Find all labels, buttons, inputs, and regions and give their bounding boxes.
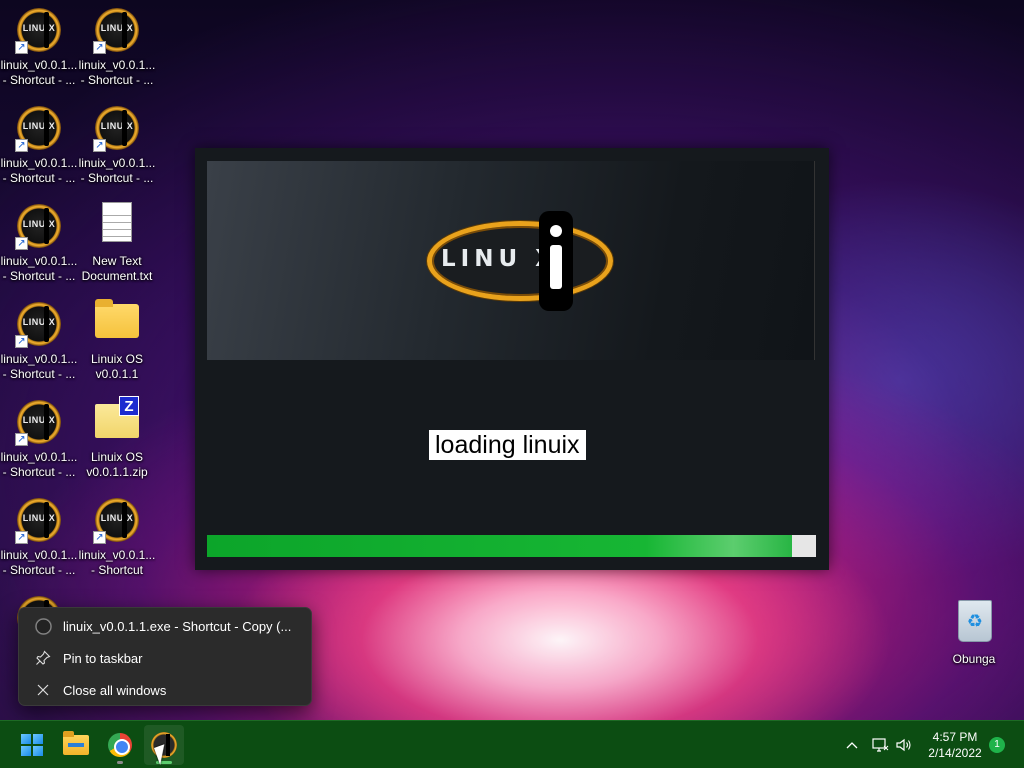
desktop-icon-linuix-shortcut-2[interactable]: LINUIX ↗ linuix_v0.0.1... - Shortcut - ..… (0, 100, 78, 196)
linuix-app-icon: LINUIX ↗ (93, 6, 141, 54)
clock-time: 4:57 PM (932, 730, 978, 744)
desktop-icon-label: Linuix OS v0.0.1.1 (90, 352, 144, 381)
start-button[interactable] (12, 725, 52, 765)
volume-button[interactable] (892, 721, 916, 768)
desktop-icon-linuix-shortcut-9[interactable]: LINUIX ↗ linuix_v0.0.1... - Shortcut - ..… (78, 100, 156, 196)
desktop-icon-linuix-shortcut-6[interactable]: LINUIX ↗ linuix_v0.0.1... - Shortcut - ..… (0, 492, 78, 588)
pin-icon (33, 648, 53, 668)
desktop-icon-label: linuix_v0.0.1... - Shortcut - ... (0, 254, 78, 283)
jump-list-item-label: Pin to taskbar (63, 650, 143, 666)
volume-icon (896, 738, 911, 752)
linuix-app-icon: LINUIX ↗ (15, 398, 63, 446)
desktop-icon-label: Obunga (952, 652, 996, 666)
taskbar-clock[interactable]: 4:57 PM 2/14/2022 (920, 729, 990, 761)
notification-badge[interactable]: 1 (989, 737, 1005, 753)
jump-list-item-label: Close all windows (63, 682, 167, 698)
windows-logo-icon (21, 734, 43, 756)
desktop-icon-linuix-shortcut-1[interactable]: LINUIX ↗ linuix_v0.0.1... - Shortcut - ..… (0, 2, 78, 98)
shortcut-arrow-icon: ↗ (93, 41, 106, 54)
desktop-icon-linuix-shortcut-5[interactable]: LINUIX ↗ linuix_v0.0.1... - Shortcut - ..… (0, 394, 78, 490)
desktop-icon-label: linuix_v0.0.1... - Shortcut - ... (0, 450, 78, 479)
desktop-icon-label: linuix_v0.0.1... - Shortcut - ... (0, 58, 78, 87)
desktop-icon-linuix-os-folder[interactable]: Linuix OS v0.0.1.1 (78, 296, 156, 392)
linuix-app-icon: LINUIX ↗ (15, 202, 63, 250)
shortcut-arrow-icon: ↗ (15, 335, 28, 348)
text-file-icon (93, 202, 141, 250)
desktop-icon-label: Linuix OS v0.0.1.1.zip (86, 450, 148, 479)
desktop-icon-recycle-bin[interactable]: ♻ Obunga (935, 596, 1013, 692)
desktop-icon-linuix-shortcut-10[interactable]: LINUIX ↗ linuix_v0.0.1... - Shortcut (78, 492, 156, 588)
jump-list-item-open-app[interactable]: linuix_v0.0.1.1.exe - Shortcut - Copy (.… (19, 610, 311, 642)
shortcut-arrow-icon: ↗ (15, 531, 28, 544)
chevron-up-icon (846, 742, 858, 749)
linuix-app-icon (33, 616, 53, 636)
shortcut-arrow-icon: ↗ (15, 41, 28, 54)
desktop-icon-label: linuix_v0.0.1... - Shortcut - ... (78, 156, 156, 185)
clock-date: 2/14/2022 (928, 746, 982, 760)
linuix-app-icon: LINUIX ↗ (93, 104, 141, 152)
close-icon (33, 680, 53, 700)
file-explorer-icon (63, 731, 89, 755)
zip-archive-icon: Z (93, 396, 141, 446)
loading-status-text: loading linuix (429, 430, 586, 460)
linuix-app-icon: LINUIX ↗ (93, 496, 141, 544)
desktop-icon-label: linuix_v0.0.1... - Shortcut - ... (78, 58, 156, 87)
desktop-icon-linuix-shortcut-8[interactable]: LINUIX ↗ linuix_v0.0.1... - Shortcut - ..… (78, 2, 156, 98)
shortcut-arrow-icon: ↗ (15, 139, 28, 152)
linuix-logo: LINU X (427, 211, 617, 311)
shortcut-arrow-icon: ↗ (93, 531, 106, 544)
linuix-loader-window[interactable]: LINU X loading linuix (195, 148, 829, 570)
running-indicator (117, 761, 123, 764)
recycle-bin-icon: ♻ (950, 600, 998, 648)
shortcut-arrow-icon: ↗ (15, 237, 28, 250)
desktop-icon-label: New Text Document.txt (81, 254, 153, 283)
desktop-icon-label: linuix_v0.0.1... - Shortcut - ... (0, 352, 78, 381)
jump-list-item-label: linuix_v0.0.1.1.exe - Shortcut - Copy (.… (63, 618, 292, 634)
tray-overflow-button[interactable] (840, 721, 864, 768)
network-icon (872, 738, 889, 752)
desktop-icon-label: linuix_v0.0.1... - Shortcut (78, 548, 156, 577)
loading-progress-fill (207, 535, 792, 557)
loading-progress-bar (207, 535, 816, 557)
taskbar-jump-list: linuix_v0.0.1.1.exe - Shortcut - Copy (.… (18, 607, 312, 706)
desktop-icon-linuix-shortcut-4[interactable]: LINUIX ↗ linuix_v0.0.1... - Shortcut - ..… (0, 296, 78, 392)
shortcut-arrow-icon: ↗ (93, 139, 106, 152)
desktop-icon-linuix-os-zip[interactable]: Z Linuix OS v0.0.1.1.zip (78, 394, 156, 490)
linuix-app-icon: LINUIX ↗ (15, 104, 63, 152)
linuix-app-icon: LINUIX ↗ (15, 496, 63, 544)
folder-icon (93, 299, 141, 348)
desktop-icon-label: linuix_v0.0.1... - Shortcut - ... (0, 548, 78, 577)
jump-list-item-close-all[interactable]: Close all windows (19, 674, 311, 706)
jump-list-item-pin[interactable]: Pin to taskbar (19, 642, 311, 674)
linuix-app-icon: LINUIX ↗ (15, 300, 63, 348)
shortcut-arrow-icon: ↗ (15, 433, 28, 446)
chrome-icon (108, 733, 132, 757)
desktop-icon-linuix-shortcut-3[interactable]: LINUIX ↗ linuix_v0.0.1... - Shortcut - ..… (0, 198, 78, 294)
desktop-icon-new-text-document[interactable]: New Text Document.txt (78, 198, 156, 294)
loader-banner: LINU X (207, 161, 815, 360)
taskbar-file-explorer[interactable] (56, 725, 96, 765)
desktop-icon-label: linuix_v0.0.1... - Shortcut - ... (0, 156, 78, 185)
network-button[interactable] (868, 721, 892, 768)
linuix-app-icon: LINUIX ↗ (15, 6, 63, 54)
taskbar: 4:57 PM 2/14/2022 1 (0, 720, 1024, 768)
taskbar-chrome[interactable] (100, 725, 140, 765)
